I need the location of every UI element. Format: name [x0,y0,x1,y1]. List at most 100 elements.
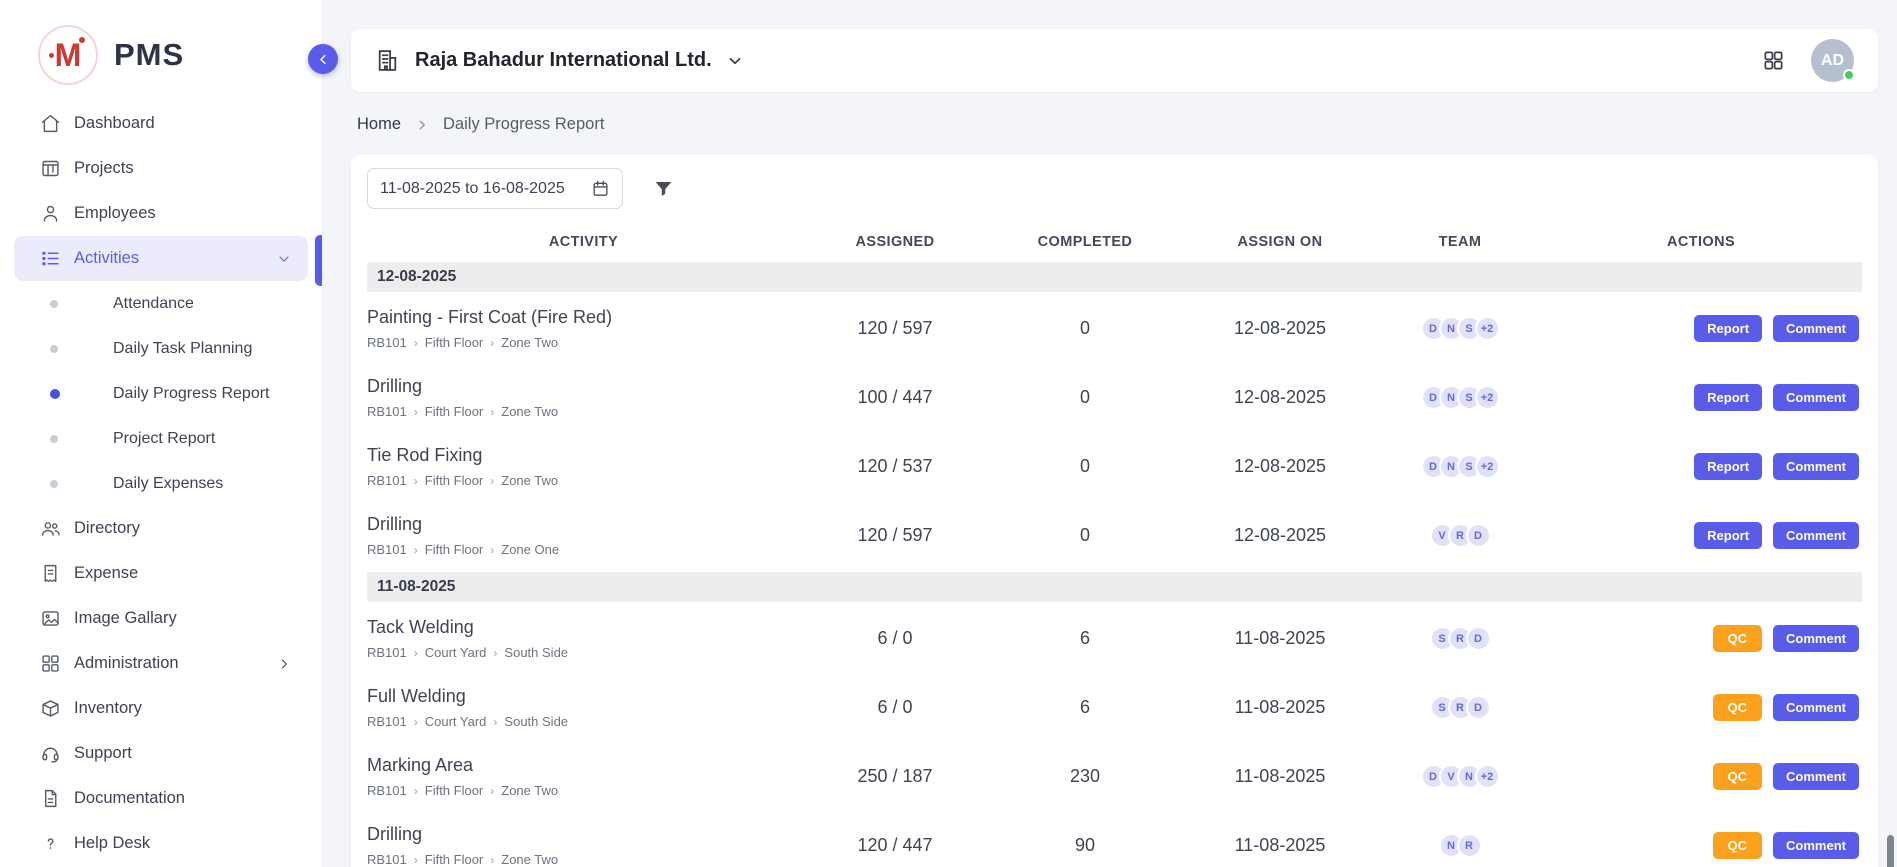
chevron-left-icon [316,52,331,67]
path-separator-icon: › [490,543,494,557]
date-range-value: 11-08-2025 to 16-08-2025 [380,180,565,198]
comment-button[interactable]: Comment [1773,832,1859,859]
qc-button[interactable]: QC [1713,832,1763,859]
path-separator-icon: › [490,336,494,350]
activity-cell: Drilling RB101›Fifth Floor›Zone One [367,514,800,557]
report-card: 11-08-2025 to 16-08-2025 ACTIVITY ASSIGN… [351,155,1878,867]
team-avatars: DNS+2 [1380,316,1540,341]
report-button[interactable]: Report [1694,384,1762,411]
sidebar-item-activities[interactable]: Activities [14,236,308,281]
sidebar-item-daily-progress-report[interactable]: Daily Progress Report [0,371,322,416]
row-actions: QC Comment [1540,763,1862,790]
completed-value: 230 [990,766,1180,787]
column-header-activity: ACTIVITY [367,234,800,250]
breadcrumb-home[interactable]: Home [357,115,401,134]
sidebar-item-inventory[interactable]: Inventory [14,686,308,731]
active-menu-indicator [315,235,322,286]
path-separator-icon: › [414,853,418,867]
report-button[interactable]: Report [1694,453,1762,480]
column-header-actions: ACTIONS [1540,234,1862,250]
assigned-value: 120 / 537 [800,456,990,477]
path-segment: RB101 [367,335,407,350]
row-actions: QC Comment [1540,832,1862,859]
sidebar-subitem-label: Daily Task Planning [113,340,252,358]
sidebar-item-label: Projects [74,159,134,178]
sidebar-item-projects[interactable]: Projects [14,146,308,191]
completed-value: 6 [990,628,1180,649]
logo-row: M PMS [40,27,322,83]
sidebar-item-label: Dashboard [74,114,155,133]
sidebar-collapse-button[interactable] [308,44,338,74]
team-more-count: +2 [1475,454,1500,479]
team-avatars: DVN+2 [1380,764,1540,789]
qc-button[interactable]: QC [1713,694,1763,721]
sidebar-item-support[interactable]: Support [14,731,308,776]
sidebar-subitem-label: Project Report [113,430,215,448]
sidebar-nav: Dashboard Projects Employees Activities … [0,101,322,866]
person-icon [40,203,61,224]
completed-value: 6 [990,697,1180,718]
report-button[interactable]: Report [1694,522,1762,549]
team-avatar: D [1466,523,1491,548]
chevron-down-icon [276,251,292,267]
user-avatar[interactable]: AD [1811,39,1854,82]
qc-button[interactable]: QC [1713,763,1763,790]
sidebar-item-directory[interactable]: Directory [14,506,308,551]
comment-button[interactable]: Comment [1773,315,1859,342]
sidebar-item-dashboard[interactable]: Dashboard [14,101,308,146]
breadcrumb: Home Daily Progress Report [357,115,1878,134]
assigned-value: 6 / 0 [800,697,990,718]
team-avatars: NR [1380,833,1540,858]
row-actions: QC Comment [1540,694,1862,721]
scrollbar-thumb[interactable] [1887,835,1894,867]
bullet-icon [50,480,58,488]
breadcrumb-current: Daily Progress Report [443,115,604,134]
sidebar-item-attendance[interactable]: Attendance [0,281,322,326]
sidebar-item-image-gallery[interactable]: Image Gallary [14,596,308,641]
date-range-picker[interactable]: 11-08-2025 to 16-08-2025 [367,168,623,209]
completed-value: 0 [990,318,1180,339]
comment-button[interactable]: Comment [1773,625,1859,652]
activity-location-path: RB101›Fifth Floor›Zone Two [367,852,790,867]
path-separator-icon: › [490,405,494,419]
qc-button[interactable]: QC [1713,625,1763,652]
path-segment: Zone Two [501,335,558,350]
sidebar-item-help-desk[interactable]: Help Desk [14,821,308,866]
sidebar-item-label: Activities [74,249,139,268]
apps-grid-button[interactable] [1762,49,1785,72]
sidebar-item-expense[interactable]: Expense [14,551,308,596]
comment-button[interactable]: Comment [1773,384,1859,411]
sidebar-item-daily-expenses[interactable]: Daily Expenses [0,461,322,506]
assign-on-date: 12-08-2025 [1180,525,1380,546]
report-button[interactable]: Report [1694,315,1762,342]
path-separator-icon: › [490,853,494,867]
table-header: ACTIVITY ASSIGNED COMPLETED ASSIGN ON TE… [367,224,1862,260]
sidebar-item-label: Image Gallary [74,609,177,628]
row-actions: Report Comment [1540,315,1862,342]
filter-button[interactable] [653,178,674,199]
table-row: Drilling RB101›Fifth Floor›Zone One 120 … [367,501,1862,570]
image-icon [40,608,61,629]
sidebar-item-employees[interactable]: Employees [14,191,308,236]
comment-button[interactable]: Comment [1773,522,1859,549]
sidebar-item-project-report[interactable]: Project Report [0,416,322,461]
sidebar-item-label: Help Desk [74,834,150,853]
bullet-icon [50,345,58,353]
path-segment: Fifth Floor [425,473,484,488]
team-avatar: D [1466,626,1491,651]
sidebar-item-daily-task-planning[interactable]: Daily Task Planning [0,326,322,371]
comment-button[interactable]: Comment [1773,694,1859,721]
comment-button[interactable]: Comment [1773,453,1859,480]
sidebar-item-documentation[interactable]: Documentation [14,776,308,821]
sidebar-item-administration[interactable]: Administration [14,641,308,686]
completed-value: 90 [990,835,1180,856]
row-actions: Report Comment [1540,522,1862,549]
activity-location-path: RB101›Court Yard›South Side [367,714,790,729]
path-segment: South Side [504,714,568,729]
path-segment: RB101 [367,645,407,660]
comment-button[interactable]: Comment [1773,763,1859,790]
company-selector[interactable]: Raja Bahadur International Ltd. [375,48,744,73]
activity-cell: Drilling RB101›Fifth Floor›Zone Two [367,376,800,419]
activity-location-path: RB101›Fifth Floor›Zone One [367,542,790,557]
activity-name: Painting - First Coat (Fire Red) [367,307,790,328]
